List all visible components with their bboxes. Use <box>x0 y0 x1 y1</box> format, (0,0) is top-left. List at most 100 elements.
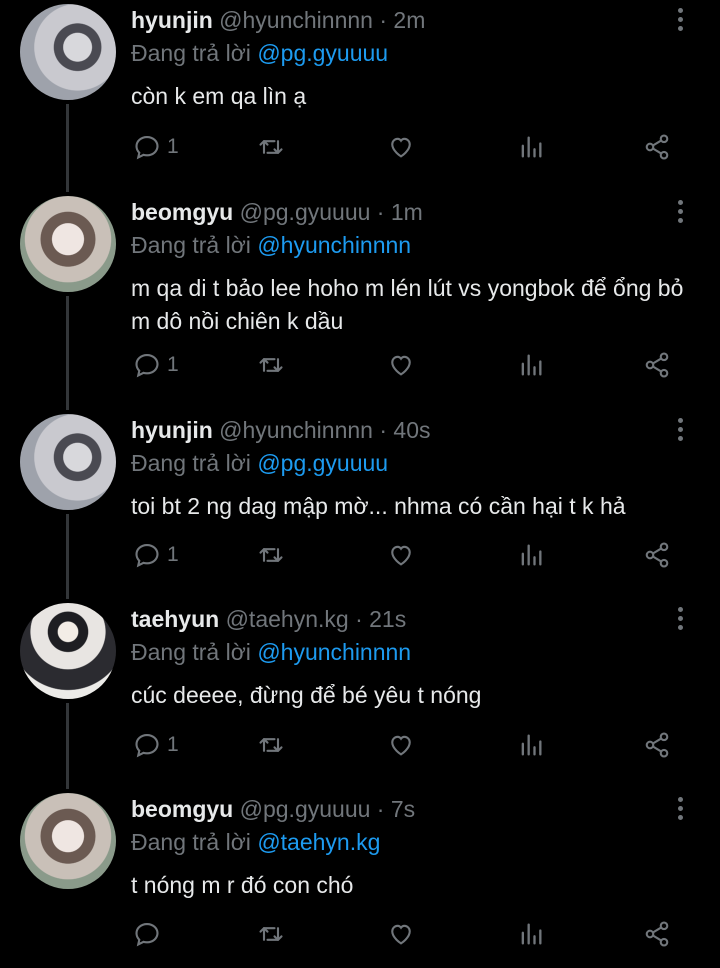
more-vertical-icon[interactable] <box>672 8 688 38</box>
heart-icon <box>391 355 411 376</box>
share-icon <box>645 732 669 758</box>
reply-button[interactable] <box>133 919 167 949</box>
display-name[interactable]: beomgyu <box>131 796 233 822</box>
action-bar: 1 <box>131 132 691 162</box>
reply-button[interactable]: 1 <box>133 540 179 570</box>
share-button[interactable] <box>643 919 671 949</box>
heart-icon <box>391 545 411 566</box>
retweet-icon <box>259 738 283 752</box>
replying-to: Đang trả lời @hyunchinnnn <box>131 637 411 667</box>
more-vertical-icon[interactable] <box>672 607 688 637</box>
share-button[interactable] <box>643 730 671 760</box>
avatar[interactable] <box>20 414 116 510</box>
more-vertical-icon[interactable] <box>672 200 688 230</box>
replying-to-label: Đang trả lời <box>131 232 251 258</box>
share-button[interactable] <box>643 350 671 380</box>
share-icon <box>645 352 669 378</box>
retweet-button[interactable] <box>257 350 285 380</box>
share-button[interactable] <box>643 540 671 570</box>
action-bar: 1 <box>131 350 691 380</box>
retweet-icon <box>259 548 283 562</box>
replying-to-label: Đang trả lời <box>131 40 251 66</box>
tweet-text: t nóng m r đó con chó <box>131 872 354 898</box>
replying-to-label: Đang trả lời <box>131 450 251 476</box>
like-button[interactable] <box>387 730 415 760</box>
action-bar <box>131 919 691 949</box>
timestamp[interactable]: 7s <box>391 796 415 822</box>
retweet-button[interactable] <box>257 730 285 760</box>
retweet-button[interactable] <box>257 919 285 949</box>
display-name[interactable]: hyunjin <box>131 417 213 443</box>
mention-link[interactable]: @pg.gyuuuu <box>257 450 388 476</box>
like-button[interactable] <box>387 919 415 949</box>
more-vertical-icon[interactable] <box>672 797 688 827</box>
action-bar: 1 <box>131 540 691 570</box>
reply-button[interactable]: 1 <box>133 350 179 380</box>
user-handle[interactable]: @hyunchinnnn <box>219 417 373 443</box>
replying-to: Đang trả lời @hyunchinnnn <box>131 230 411 260</box>
separator-dot: · <box>355 606 363 632</box>
mention-link[interactable]: @pg.gyuuuu <box>257 40 388 66</box>
tweet[interactable]: beomgyu @pg.gyuuuu · 7s Đang trả lời @ta… <box>0 789 720 968</box>
reply-button[interactable]: 1 <box>133 132 179 162</box>
heart-icon <box>391 924 411 945</box>
mention-link[interactable]: @hyunchinnnn <box>257 232 411 258</box>
analytics-button[interactable] <box>517 132 545 162</box>
user-handle[interactable]: @pg.gyuuuu <box>240 199 371 225</box>
replying-to-label: Đang trả lời <box>131 639 251 665</box>
retweet-button[interactable] <box>257 540 285 570</box>
like-button[interactable] <box>387 350 415 380</box>
share-button[interactable] <box>643 132 671 162</box>
like-button[interactable] <box>387 132 415 162</box>
timestamp[interactable]: 2m <box>393 7 425 33</box>
replying-to: Đang trả lời @taehyn.kg <box>131 827 380 857</box>
timestamp[interactable]: 40s <box>393 417 430 443</box>
analytics-button[interactable] <box>517 350 545 380</box>
display-name[interactable]: beomgyu <box>131 199 233 225</box>
analytics-icon <box>521 923 542 945</box>
reply-count: 1 <box>167 353 179 376</box>
tweet-header: beomgyu @pg.gyuuuu · 1m <box>131 197 423 227</box>
display-name[interactable]: taehyun <box>131 606 219 632</box>
tweet-text: m qa di t bảo lee hoho m lén lút vs yong… <box>131 275 684 334</box>
user-handle[interactable]: @pg.gyuuuu <box>240 796 371 822</box>
avatar[interactable] <box>20 4 116 100</box>
analytics-icon <box>521 136 542 158</box>
tweet[interactable]: taehyun @taehyn.kg · 21s Đang trả lời @h… <box>0 599 720 789</box>
reply-count: 1 <box>167 733 179 756</box>
separator-dot: · <box>379 417 388 443</box>
separator-dot: · <box>376 796 385 822</box>
avatar[interactable] <box>20 196 116 292</box>
retweet-button[interactable] <box>257 132 285 162</box>
timestamp[interactable]: 1m <box>391 199 423 225</box>
retweet-icon <box>259 358 283 372</box>
analytics-button[interactable] <box>517 730 545 760</box>
avatar[interactable] <box>20 793 116 889</box>
analytics-button[interactable] <box>517 540 545 570</box>
reply-button[interactable]: 1 <box>133 730 179 760</box>
reply-icon <box>135 734 159 758</box>
more-vertical-icon[interactable] <box>672 418 688 448</box>
analytics-icon <box>521 354 542 376</box>
heart-icon <box>391 735 411 756</box>
tweet[interactable]: hyunjin @hyunchinnnn · 2m Đang trả lời @… <box>0 0 720 192</box>
reply-icon <box>135 923 159 947</box>
tweet-header: beomgyu @pg.gyuuuu · 7s <box>131 794 415 824</box>
tweet-header: taehyun @taehyn.kg · 21s <box>131 604 406 634</box>
mention-link[interactable]: @taehyn.kg <box>257 829 380 855</box>
replying-to: Đang trả lời @pg.gyuuuu <box>131 448 388 478</box>
mention-link[interactable]: @hyunchinnnn <box>257 639 411 665</box>
like-button[interactable] <box>387 540 415 570</box>
share-icon <box>645 134 669 160</box>
user-handle[interactable]: @hyunchinnnn <box>219 7 373 33</box>
reply-count: 1 <box>167 135 179 158</box>
reply-icon <box>135 354 159 378</box>
analytics-button[interactable] <box>517 919 545 949</box>
user-handle[interactable]: @taehyn.kg <box>226 606 349 632</box>
analytics-icon <box>521 734 542 756</box>
timestamp[interactable]: 21s <box>369 606 406 632</box>
tweet[interactable]: beomgyu @pg.gyuuuu · 1m Đang trả lời @hy… <box>0 192 720 410</box>
avatar[interactable] <box>20 603 116 699</box>
tweet[interactable]: hyunjin @hyunchinnnn · 40s Đang trả lời … <box>0 410 720 599</box>
display-name[interactable]: hyunjin <box>131 7 213 33</box>
